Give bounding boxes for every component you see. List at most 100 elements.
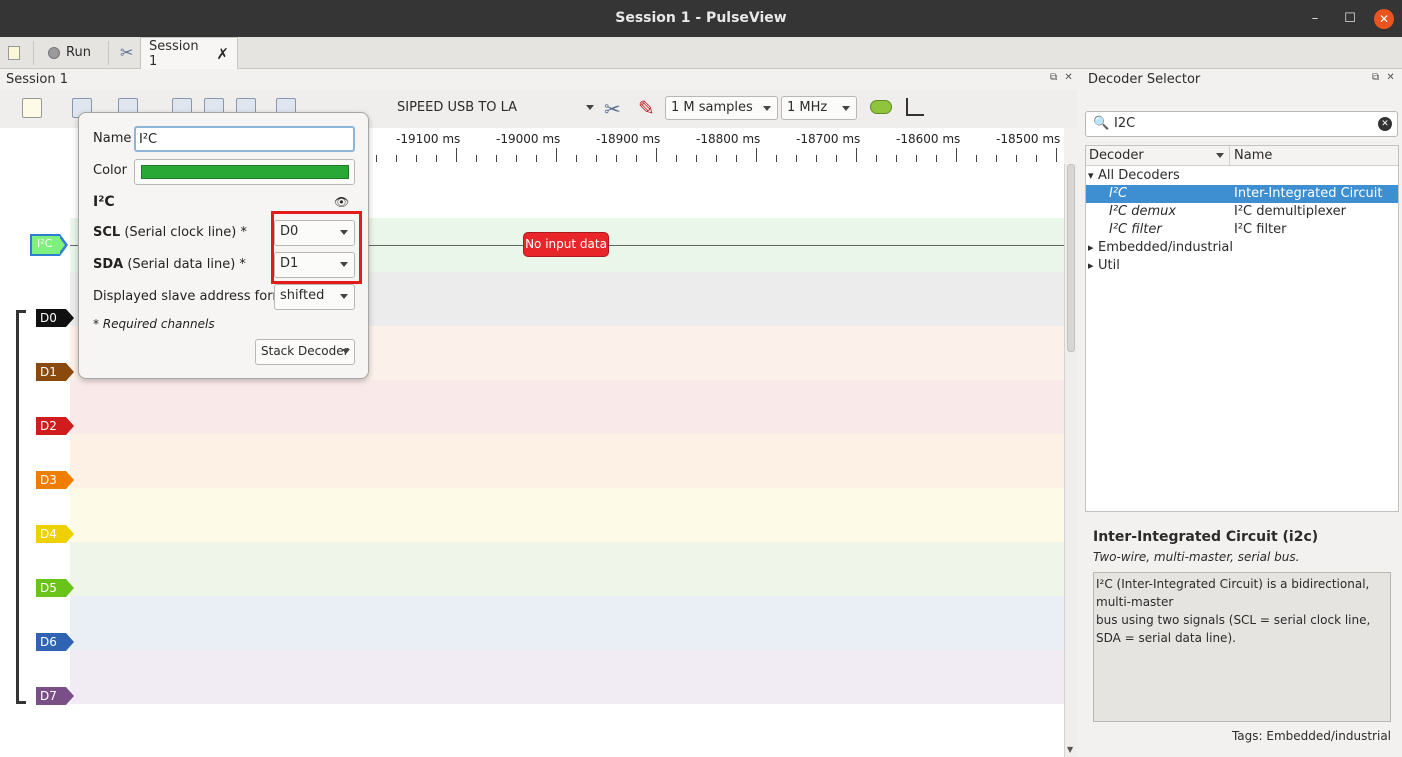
channel-group-bracket[interactable] — [16, 310, 26, 704]
run-label: Run — [66, 45, 91, 60]
decoder-tree-decoder: I²C demux — [1109, 204, 1177, 219]
sda-label: SDA (Serial data line) * — [93, 257, 246, 272]
decoder-description-line-1: I²C (Inter-Integrated Circuit) is a bidi… — [1096, 577, 1370, 609]
decoder-tree[interactable]: Decoder Name ▾ All Decoders I²C Inter-Integ… — [1085, 145, 1399, 512]
color-label: Color — [93, 163, 127, 178]
ruler-tick — [916, 155, 917, 162]
channel-tag-d5[interactable]: D5 — [36, 579, 74, 597]
ruler-tick-label: -18600 ms — [896, 132, 961, 146]
ruler-tick — [736, 155, 737, 162]
color-swatch — [141, 165, 349, 179]
samplerate-combo[interactable]: 1 MHz — [781, 96, 857, 120]
channel-lane — [70, 650, 1064, 704]
decoder-tree-header: Decoder Name — [1086, 146, 1398, 166]
add-decoder-icon[interactable] — [870, 100, 892, 114]
channel-tag-d1[interactable]: D1 — [36, 363, 74, 381]
trace-vertical-scrollbar[interactable]: ▼ — [1064, 164, 1077, 757]
samplerate-value: 1 MHz — [787, 100, 828, 115]
ruler-tick — [456, 148, 457, 162]
decoder-tree-row[interactable]: I²C Inter-Integrated Circuit — [1086, 185, 1398, 203]
ruler-tick — [976, 155, 977, 162]
ruler-tick-label: -18700 ms — [796, 132, 861, 146]
scrollbar-thumb[interactable] — [1067, 164, 1075, 352]
decoder-tree-row[interactable]: ▾ All Decoders — [1086, 167, 1398, 185]
minimize-icon[interactable]: – — [1305, 9, 1325, 29]
decoder-description-line-2: bus using two signals (SCL = serial cloc… — [1096, 613, 1371, 645]
expander-icon[interactable]: ▸ — [1088, 257, 1094, 275]
window-titlebar: Session 1 - PulseView – ☐ ✕ — [0, 0, 1402, 37]
maximize-icon[interactable]: ☐ — [1340, 9, 1360, 29]
channel-tag-d4[interactable]: D4 — [36, 525, 74, 543]
decoder-name-input[interactable] — [134, 126, 355, 152]
new-session-button[interactable] — [0, 37, 28, 68]
math-channel-icon[interactable] — [906, 98, 924, 116]
stack-decoder-button[interactable]: Stack Decoder — [255, 339, 355, 365]
session-pane-controls[interactable]: ⧉ ✕ — [1050, 72, 1075, 83]
run-button[interactable]: Run — [40, 37, 99, 68]
name-label: Name — [93, 131, 132, 146]
decoder-title: I²C — [93, 194, 115, 210]
ruler-tick-label: -18500 ms — [996, 132, 1061, 146]
decoder-tree-row[interactable]: ▸ Embedded/industrial — [1086, 239, 1398, 257]
sda-desc: (Serial data line) * — [123, 257, 246, 272]
close-icon[interactable]: ✕ — [1374, 9, 1394, 29]
column-decoder[interactable]: Decoder — [1089, 148, 1144, 163]
decoder-tree-decoder: Embedded/industrial — [1098, 240, 1234, 255]
ruler-tick — [696, 155, 697, 162]
address-format-select[interactable]: shifted — [274, 284, 355, 310]
decoder-pane-controls[interactable]: ⧉ ✕ — [1372, 72, 1397, 83]
search-icon: 🔍 — [1093, 116, 1110, 131]
decoder-tree-row[interactable]: I²C demux I²C demultiplexer — [1086, 203, 1398, 221]
tab-session-1[interactable]: Session 1 ✗ — [140, 37, 238, 69]
ruler-tick — [836, 155, 837, 162]
scroll-down-icon[interactable]: ▼ — [1067, 745, 1073, 754]
address-format-label: Displayed slave address format — [93, 289, 299, 304]
channel-tag-d2[interactable]: D2 — [36, 417, 74, 435]
show-hide-eye-icon[interactable]: 👁 — [334, 195, 349, 209]
expander-icon[interactable]: ▸ — [1088, 239, 1094, 257]
decoder-trace-tag[interactable]: I²C — [30, 234, 68, 256]
ruler-tick — [676, 155, 677, 162]
decoder-tree-decoder: Util — [1098, 258, 1120, 273]
clear-search-icon[interactable]: ✕ — [1378, 117, 1392, 131]
no-input-data-badge: No input data — [523, 232, 609, 257]
decoder-search-input[interactable]: 🔍 I2C ✕ — [1085, 111, 1398, 137]
decoder-tree-row[interactable]: I²C filter I²C filter — [1086, 221, 1398, 239]
address-format-value: shifted — [280, 288, 325, 303]
ruler-tick — [856, 148, 857, 162]
samples-combo[interactable]: 1 M samples — [665, 96, 778, 120]
settings-button[interactable]: ✂ — [112, 37, 141, 68]
decoder-tree-decoder: I²C filter — [1109, 222, 1162, 237]
decoder-info-title: Inter-Integrated Circuit (i2c) — [1093, 529, 1319, 545]
channel-tag-d7[interactable]: D7 — [36, 687, 74, 705]
device-label: SIPEED USB TO LA — [397, 100, 518, 115]
session-pane-title: Session 1 — [6, 72, 69, 87]
column-name[interactable]: Name — [1234, 148, 1272, 163]
ruler-tick — [616, 155, 617, 162]
ruler-tick — [1036, 155, 1037, 162]
color-picker-button[interactable] — [134, 159, 355, 185]
ruler-tick — [536, 155, 537, 162]
add-view-icon[interactable] — [22, 98, 42, 118]
ruler-tick — [796, 155, 797, 162]
channel-lane — [70, 542, 1064, 596]
ruler-tick — [936, 155, 937, 162]
record-icon — [48, 46, 60, 59]
decoder-description: I²C (Inter-Integrated Circuit) is a bidi… — [1093, 572, 1391, 722]
channel-tag-d3[interactable]: D3 — [36, 471, 74, 489]
channel-tag-d6[interactable]: D6 — [36, 633, 74, 651]
ruler-tick — [776, 155, 777, 162]
device-selector[interactable]: SIPEED USB TO LA — [392, 96, 600, 120]
channel-tag-d0[interactable]: D0 — [36, 309, 74, 327]
samples-value: 1 M samples — [671, 100, 753, 115]
scl-name: SCL — [93, 225, 121, 240]
decoder-tree-row[interactable]: ▸ Util — [1086, 257, 1398, 275]
probe-icon[interactable]: ✎ — [638, 96, 655, 120]
ruler-tick — [656, 148, 657, 162]
expander-icon[interactable]: ▾ — [1088, 167, 1094, 185]
channel-lane — [70, 596, 1064, 650]
configure-device-icon[interactable]: ✂ — [604, 97, 621, 121]
tools-icon: ✂ — [120, 43, 134, 62]
tab-close-icon[interactable]: ✗ — [216, 45, 229, 63]
ruler-tick — [576, 155, 577, 162]
